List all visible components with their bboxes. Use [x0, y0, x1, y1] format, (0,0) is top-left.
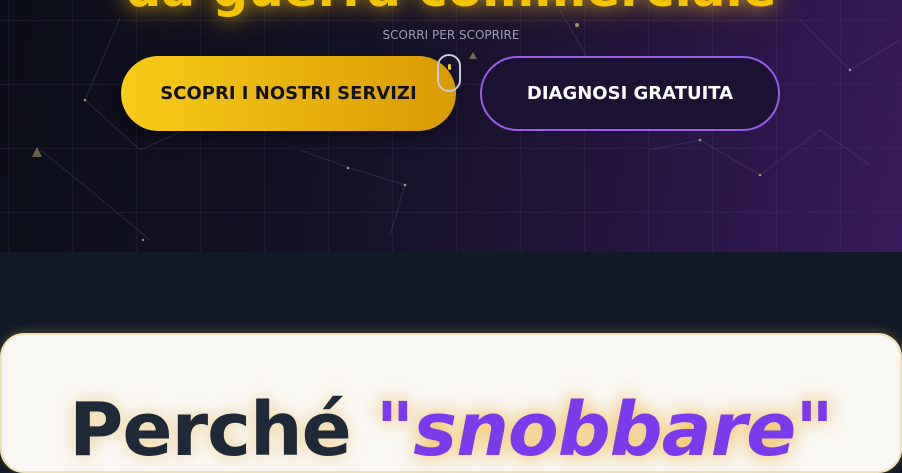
mouse-wheel-dot	[448, 64, 451, 70]
scroll-mouse-icon[interactable]	[437, 54, 461, 92]
why-section-card: Perché "snobbare"	[0, 333, 902, 473]
hero-headline: da guerra commerciale	[0, 0, 902, 18]
section-title: Perché "snobbare"	[2, 387, 900, 473]
section-title-quoted: "snobbare"	[375, 387, 834, 473]
scroll-hint: SCORRI PER SCOPRIRE	[382, 28, 520, 42]
section-title-start: Perché	[69, 387, 376, 473]
hero-section: da guerra commerciale SCORRI PER SCOPRIR…	[0, 0, 902, 252]
discover-services-button[interactable]: SCOPRI I NOSTRI SERVIZI	[121, 56, 456, 131]
free-diagnosis-button[interactable]: DIAGNOSI GRATUITA	[480, 56, 780, 131]
